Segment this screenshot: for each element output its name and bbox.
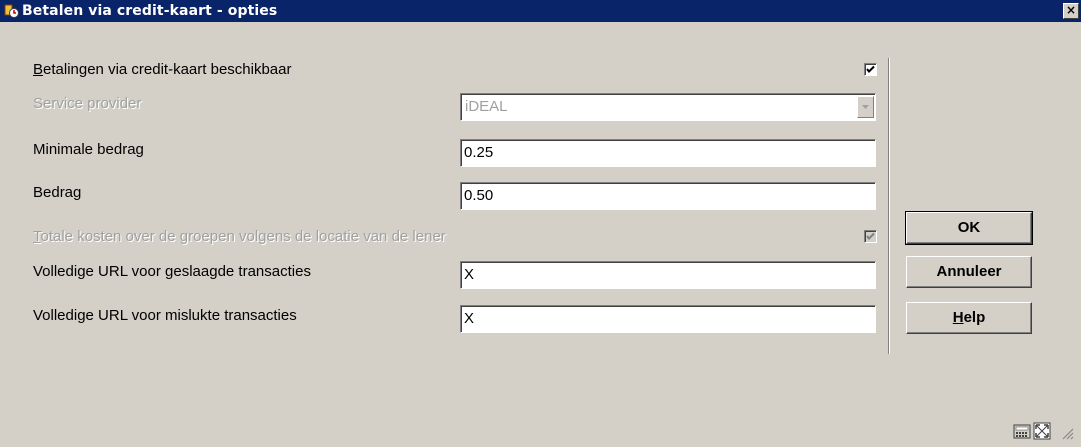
failed-url-field[interactable]: X xyxy=(460,305,876,333)
chevron-down-icon xyxy=(857,96,874,118)
enable-payments-label: Betalingen via credit-kaart beschikbaar xyxy=(33,61,292,78)
service-provider-select: iDEAL xyxy=(460,93,876,121)
failed-url-label: Volledige URL voor mislukte transacties xyxy=(33,307,297,324)
resize-icon[interactable] xyxy=(1062,428,1074,440)
total-costs-checkbox xyxy=(864,230,877,243)
maximize-icon[interactable] xyxy=(1033,422,1051,440)
help-button[interactable]: Help xyxy=(906,302,1032,334)
app-icon xyxy=(4,3,20,19)
minimum-amount-field[interactable]: 0.25 xyxy=(460,139,876,167)
amount-field[interactable]: 0.50 xyxy=(460,182,876,210)
amount-label: Bedrag xyxy=(33,184,82,201)
cancel-button[interactable]: Annuleer xyxy=(906,256,1032,288)
success-url-field[interactable]: X xyxy=(460,261,876,289)
close-icon[interactable]: × xyxy=(1063,3,1079,19)
status-icons xyxy=(1013,421,1075,445)
service-provider-label: Service provider xyxy=(33,95,142,112)
title-bar: Betalen via credit-kaart - opties × xyxy=(0,0,1081,22)
ok-button[interactable]: OK xyxy=(905,211,1033,245)
success-url-label: Volledige URL voor geslaagde transacties xyxy=(33,263,311,280)
service-provider-value: iDEAL xyxy=(465,98,508,115)
window-title: Betalen via credit-kaart - opties xyxy=(22,3,278,19)
minimum-amount-label: Minimale bedrag xyxy=(33,141,144,158)
calculator-icon[interactable] xyxy=(1013,424,1031,439)
divider xyxy=(888,58,890,354)
enable-payments-checkbox[interactable] xyxy=(864,63,877,76)
total-costs-label: Totale kosten over de groepen volgens de… xyxy=(33,228,446,245)
